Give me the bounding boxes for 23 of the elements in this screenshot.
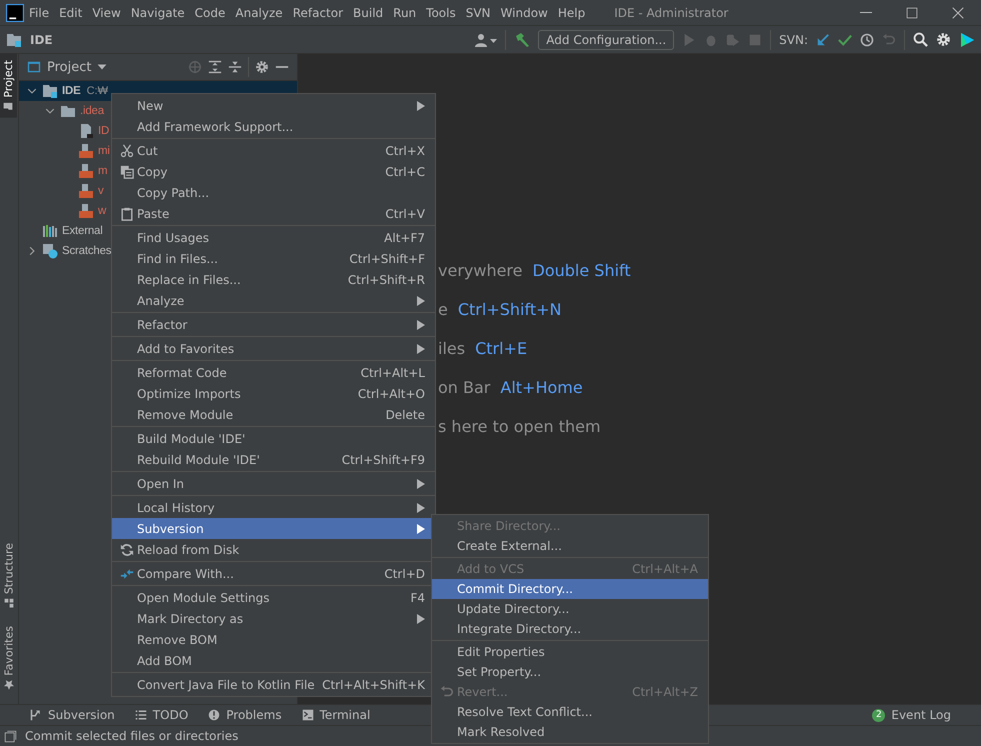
path-label: C:₩ <box>86 85 108 97</box>
shortcut-text: Alt+Home <box>500 377 583 399</box>
tree-label: mi <box>98 145 110 157</box>
tree-label: Scratches <box>62 245 112 257</box>
tree-label: External <box>62 225 103 237</box>
hint-text: verywhere <box>438 260 522 282</box>
status-message: Commit selected files or directories <box>25 729 238 743</box>
svn-label: SVN: <box>779 32 808 46</box>
tree-label: v <box>98 185 104 197</box>
tree-label: .idea <box>80 105 104 117</box>
tree-label: m <box>98 165 108 177</box>
hint-text: iles <box>438 338 466 360</box>
tree-label: ID <box>98 125 110 137</box>
hint-text: e <box>438 299 448 321</box>
shortcut-text: Ctrl+E <box>475 338 528 360</box>
window-title: IDE - Administrator <box>614 6 728 20</box>
shortcut-text: Double Shift <box>532 260 631 282</box>
shortcut-text: Ctrl+Shift+N <box>458 299 562 321</box>
hint-text: s here to open them <box>438 416 601 438</box>
tree-label: w <box>98 205 106 217</box>
hint-text: on Bar <box>438 377 490 399</box>
tree-label: IDE <box>62 85 81 97</box>
count-badge: 2 <box>872 708 886 722</box>
